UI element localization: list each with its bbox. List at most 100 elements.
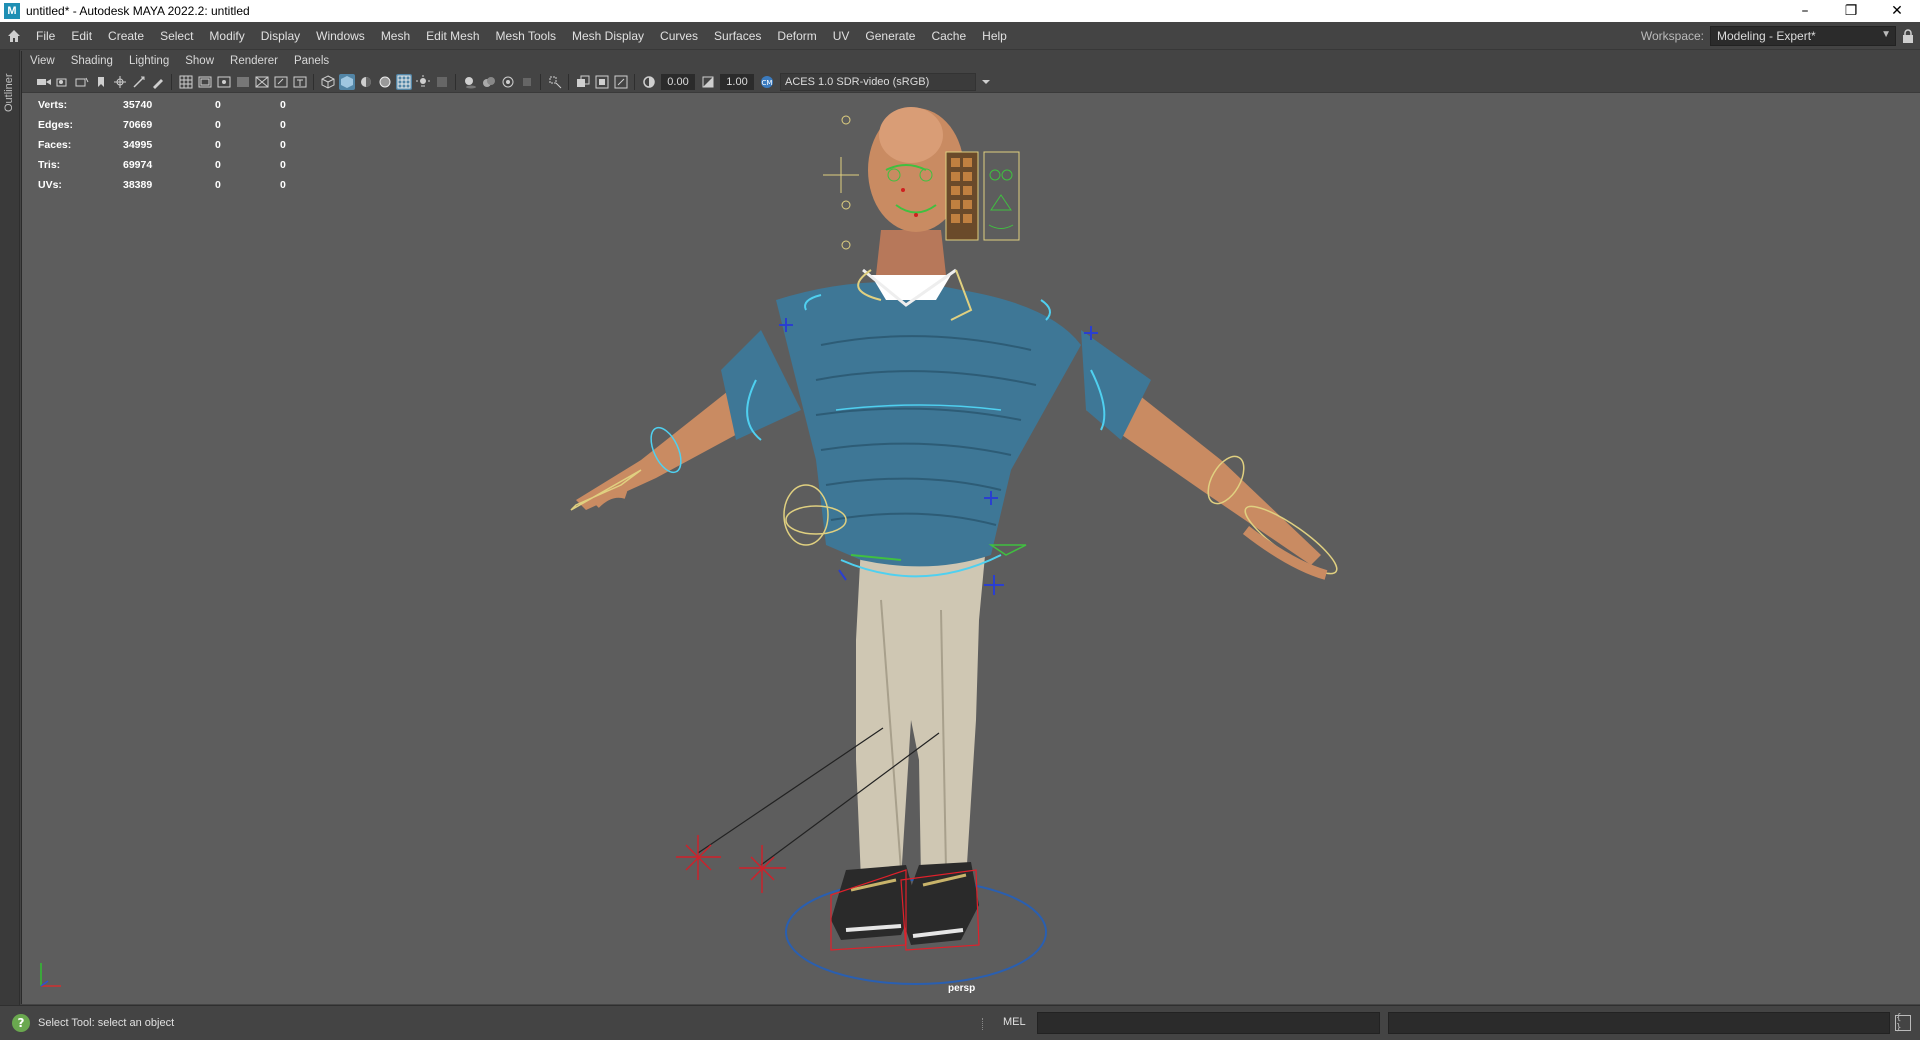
- script-editor-icon[interactable]: { }: [1895, 1013, 1911, 1033]
- panel-toolbar: 0.00 1.00 CM ACES 1.0 SDR-video (sRGB): [22, 71, 1920, 93]
- safe-title-icon[interactable]: [292, 74, 308, 90]
- menu-modify[interactable]: Modify: [201, 22, 252, 50]
- frame-all-icon[interactable]: [594, 74, 610, 90]
- shadows-icon[interactable]: [462, 74, 478, 90]
- chevron-down-icon: ▼: [1881, 29, 1891, 40]
- menu-cache[interactable]: Cache: [923, 22, 974, 50]
- wireframe-on-shaded-icon[interactable]: [377, 74, 393, 90]
- toolbar-separator: [568, 73, 569, 90]
- panel-menu-show[interactable]: Show: [177, 55, 222, 67]
- window-controls: – ❐ ✕: [1782, 0, 1920, 22]
- field-chart-icon[interactable]: [254, 74, 270, 90]
- help-line: ? Select Tool: select an object MEL { }: [0, 1005, 1920, 1040]
- bookmark-icon[interactable]: [93, 74, 109, 90]
- panel-menu-view[interactable]: View: [22, 55, 63, 67]
- menu-generate[interactable]: Generate: [857, 22, 923, 50]
- command-line-result: [1388, 1012, 1890, 1034]
- screen-space-ao-icon[interactable]: [481, 74, 497, 90]
- wireframe-icon[interactable]: [320, 74, 336, 90]
- camera-name-label: persp: [948, 983, 976, 994]
- anti-aliasing-icon[interactable]: [519, 74, 535, 90]
- gamma-icon[interactable]: [700, 74, 716, 90]
- textured-icon[interactable]: [395, 73, 412, 90]
- workspace-selector: Workspace: Modeling - Expert* ▼: [1641, 22, 1920, 50]
- camera-attributes-icon[interactable]: [55, 74, 71, 90]
- left-hand-control: [570, 469, 642, 511]
- workspace-label: Workspace:: [1640, 29, 1704, 43]
- command-line-input[interactable]: [1037, 1012, 1380, 1034]
- panel-menu-shading[interactable]: Shading: [63, 55, 121, 67]
- safe-action-icon[interactable]: [273, 74, 289, 90]
- close-icon[interactable]: ✕: [1874, 0, 1920, 22]
- default-material-icon[interactable]: [358, 74, 374, 90]
- svg-text:CM: CM: [761, 79, 772, 87]
- menu-surfaces[interactable]: Surfaces: [706, 22, 769, 50]
- toolbar-separator: [313, 73, 314, 90]
- workspace-dropdown[interactable]: Modeling - Expert* ▼: [1710, 26, 1896, 46]
- home-icon[interactable]: [0, 22, 28, 50]
- maya-app-icon: M: [4, 3, 20, 19]
- grid-icon[interactable]: [178, 74, 194, 90]
- panel-menu-panels[interactable]: Panels: [286, 55, 337, 67]
- menu-mesh-tools[interactable]: Mesh Tools: [488, 22, 564, 50]
- menu-select[interactable]: Select: [152, 22, 201, 50]
- select-camera-icon[interactable]: [36, 74, 52, 90]
- grease-pencil-icon[interactable]: [150, 74, 166, 90]
- menu-curves[interactable]: Curves: [652, 22, 706, 50]
- menu-edit[interactable]: Edit: [63, 22, 100, 50]
- toolbar-separator: [634, 73, 635, 90]
- image-plane-icon[interactable]: [112, 74, 128, 90]
- menu-uv[interactable]: UV: [825, 22, 858, 50]
- window-title: untitled* - Autodesk MAYA 2022.2: untitl…: [26, 4, 250, 18]
- menu-help[interactable]: Help: [974, 22, 1015, 50]
- menu-edit-mesh[interactable]: Edit Mesh: [418, 22, 487, 50]
- two-d-pan-zoom-icon[interactable]: [131, 74, 147, 90]
- camera-toggle-icon[interactable]: [575, 74, 591, 90]
- resolution-gate-icon[interactable]: [216, 74, 232, 90]
- viewport-panel: View Shading Lighting Show Renderer Pane…: [21, 51, 1920, 1004]
- menu-windows[interactable]: Windows: [308, 22, 373, 50]
- gate-mask-icon[interactable]: [235, 74, 251, 90]
- toolbar-separator: [455, 73, 456, 90]
- menu-deform[interactable]: Deform: [769, 22, 824, 50]
- outliner-tab[interactable]: Outliner: [0, 50, 20, 1005]
- panel-menu-renderer[interactable]: Renderer: [222, 55, 286, 67]
- gamma-field[interactable]: 1.00: [720, 73, 754, 90]
- lock-icon[interactable]: [1896, 22, 1920, 50]
- menu-create[interactable]: Create: [100, 22, 152, 50]
- hip-control-curve: [783, 484, 829, 546]
- menu-display[interactable]: Display: [253, 22, 308, 50]
- sweater-mesh: [776, 282, 1081, 567]
- toolbar-separator: [540, 73, 541, 90]
- workspace-value: Modeling - Expert*: [1717, 29, 1816, 43]
- xray-icon[interactable]: [434, 74, 450, 90]
- resize-grip[interactable]: [982, 1018, 984, 1030]
- restore-icon[interactable]: ❐: [1828, 0, 1874, 22]
- main-menu-bar: File Edit Create Select Modify Display W…: [0, 22, 1920, 50]
- color-management-dropdown[interactable]: ACES 1.0 SDR-video (sRGB): [780, 72, 976, 91]
- menu-mesh-display[interactable]: Mesh Display: [564, 22, 652, 50]
- menu-file[interactable]: File: [28, 22, 63, 50]
- film-gate-icon[interactable]: [197, 74, 213, 90]
- panel-menu-lighting[interactable]: Lighting: [121, 55, 177, 67]
- rigged-character-scene[interactable]: [22, 93, 1920, 1004]
- help-line-text: Select Tool: select an object: [38, 1017, 175, 1029]
- chevron-down-icon[interactable]: [978, 74, 994, 90]
- smooth-shade-icon[interactable]: [338, 73, 355, 90]
- color-management-value: ACES 1.0 SDR-video (sRGB): [785, 75, 930, 88]
- menu-mesh[interactable]: Mesh: [373, 22, 418, 50]
- bookmark-camera-icon[interactable]: [74, 74, 90, 90]
- face-panel-left: [945, 151, 979, 241]
- minimize-icon[interactable]: –: [1782, 0, 1828, 22]
- isolate-select-icon[interactable]: [547, 74, 563, 90]
- color-management-icon[interactable]: CM: [759, 74, 775, 90]
- panel-menu-bar: View Shading Lighting Show Renderer Pane…: [22, 51, 1920, 71]
- help-icon[interactable]: ?: [12, 1014, 30, 1032]
- exposure-field[interactable]: 0.00: [661, 73, 695, 90]
- motion-blur-icon[interactable]: [500, 74, 516, 90]
- lights-icon[interactable]: [415, 74, 431, 90]
- script-language-toggle[interactable]: MEL: [1003, 1016, 1026, 1028]
- exposure-icon[interactable]: [641, 74, 657, 90]
- view-axis-icon: [40, 963, 61, 987]
- frame-selected-icon[interactable]: [613, 74, 629, 90]
